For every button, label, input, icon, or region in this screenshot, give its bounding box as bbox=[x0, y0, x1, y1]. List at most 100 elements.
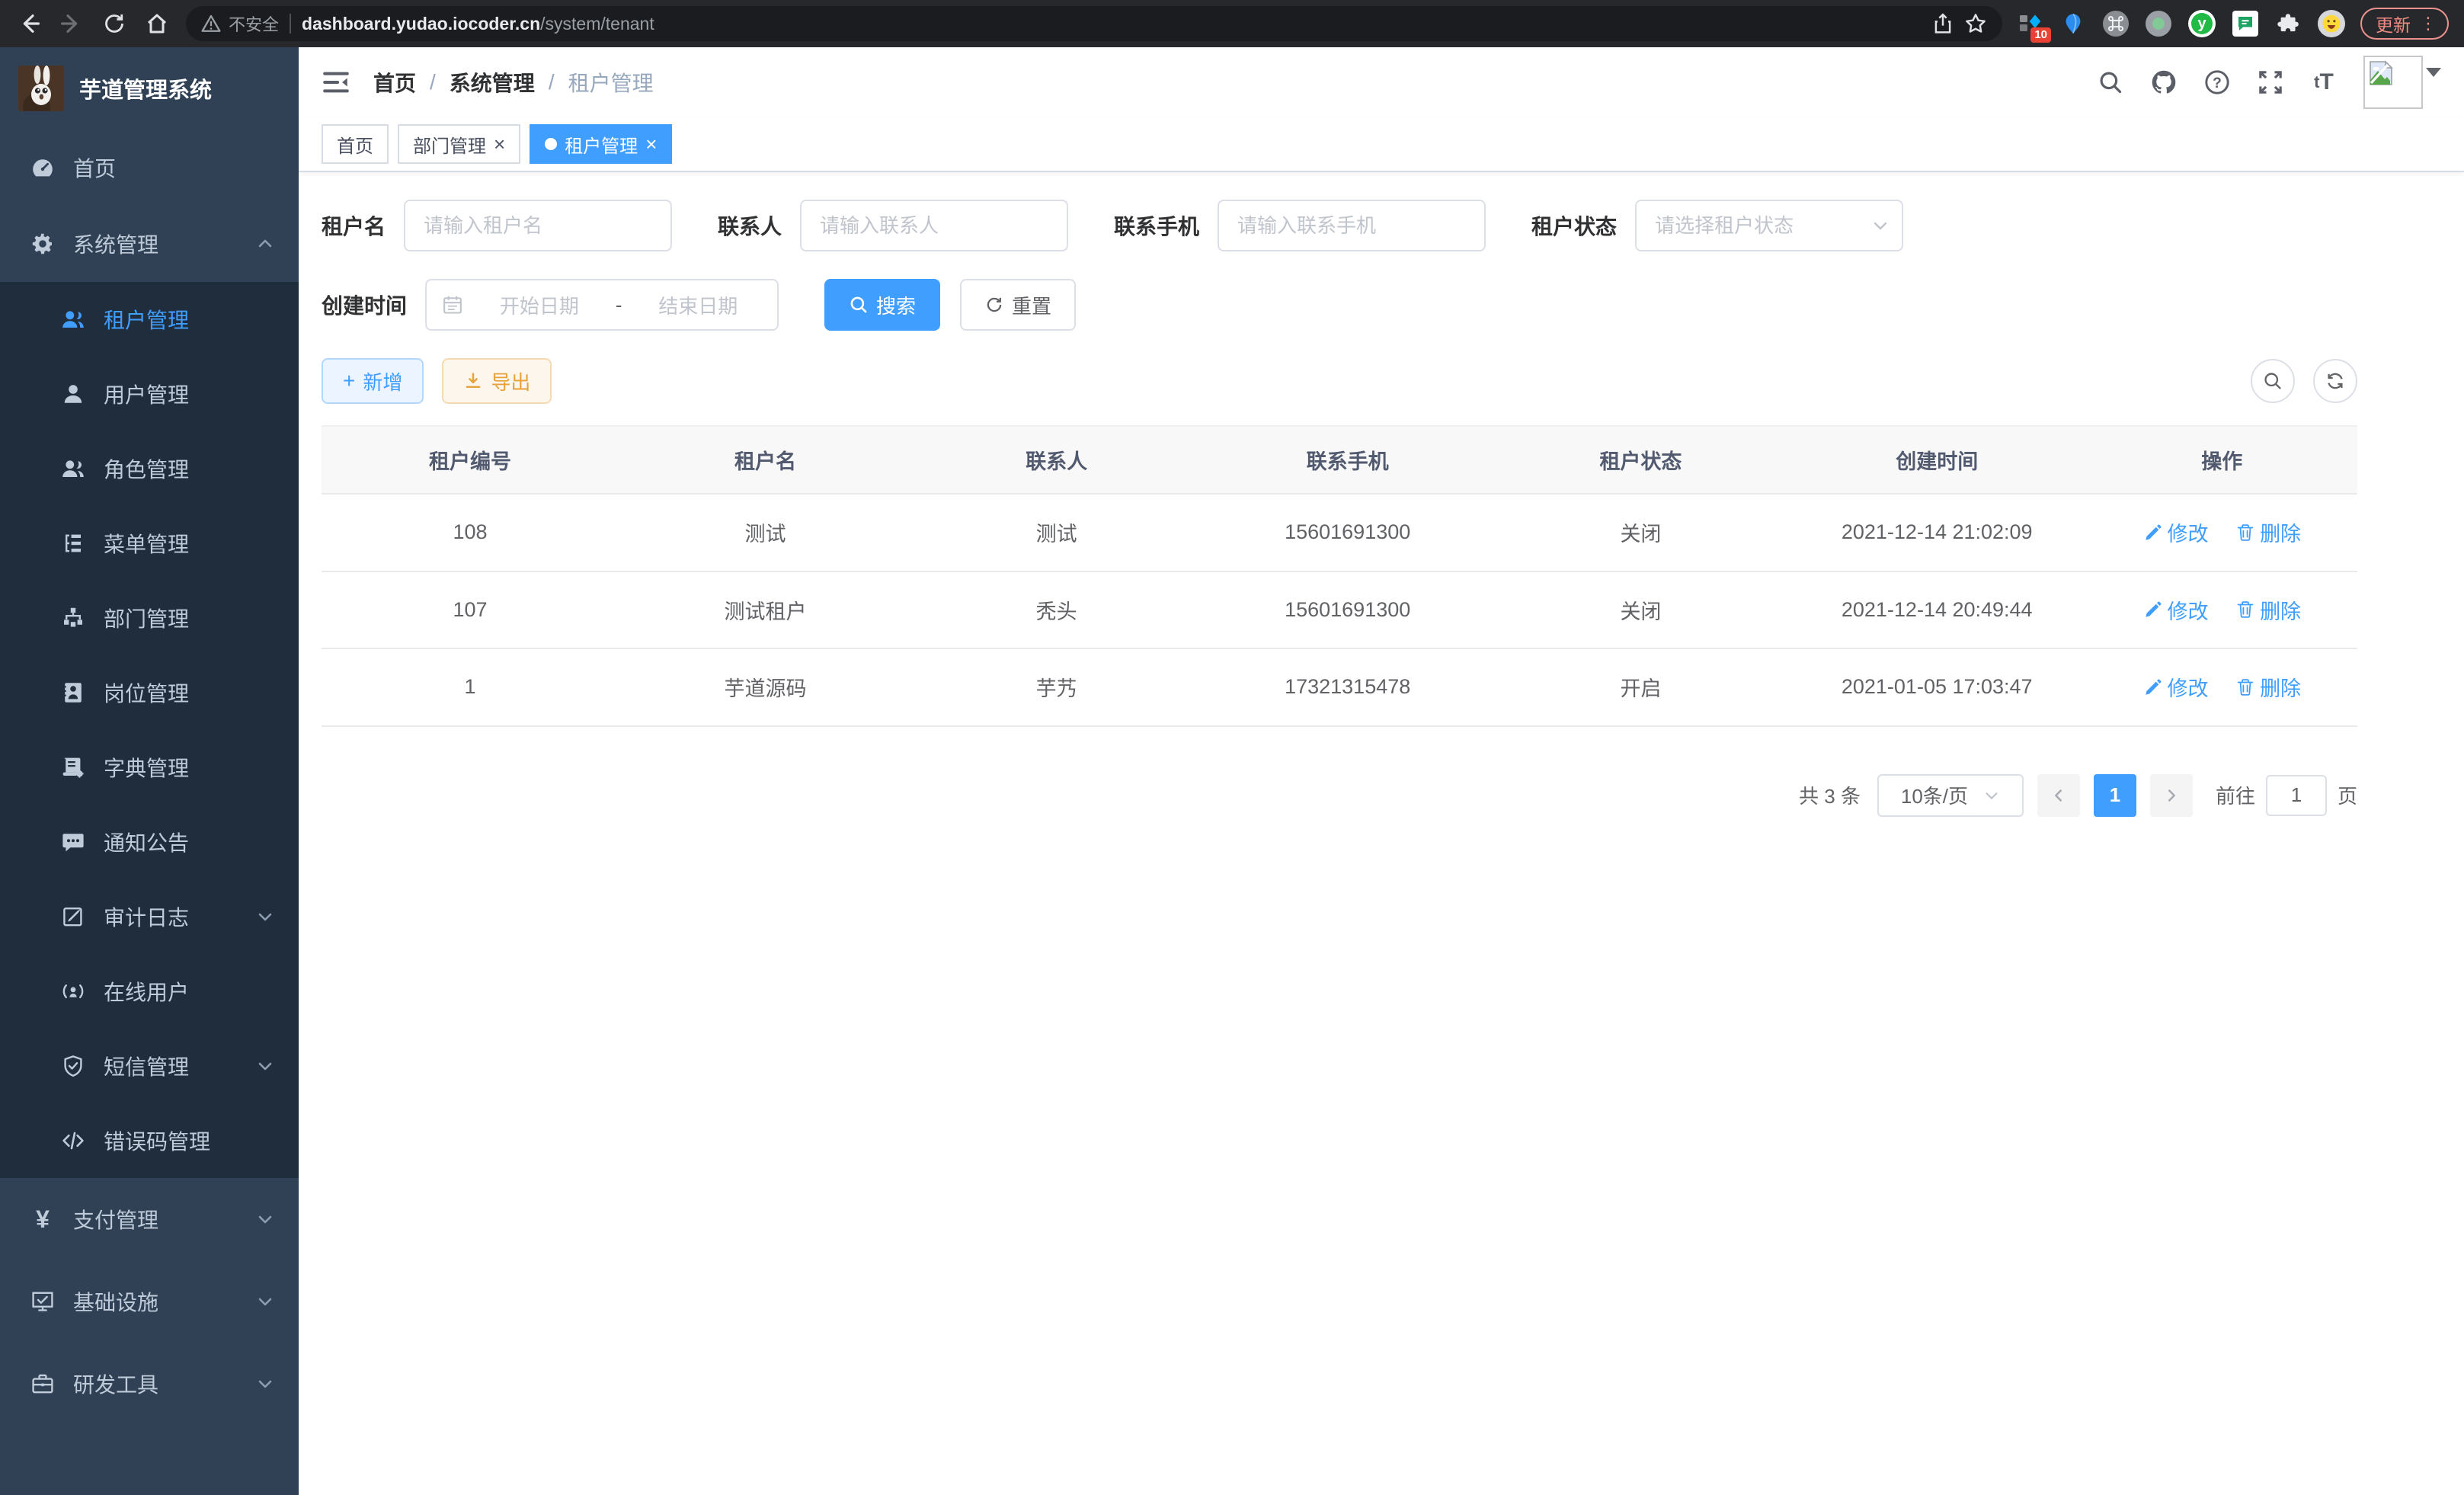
cell-status: 关闭 bbox=[1494, 571, 1787, 649]
edit-link[interactable]: 修改 bbox=[2143, 672, 2209, 702]
sidebar-item-user[interactable]: 用户管理 bbox=[0, 357, 299, 431]
sidebar-item-label: 用户管理 bbox=[104, 379, 189, 409]
show-search-toggle-button[interactable] bbox=[2251, 359, 2295, 403]
browser-menu-icon[interactable]: ⋮ bbox=[2420, 14, 2437, 34]
close-icon[interactable]: × bbox=[494, 134, 505, 154]
user-menu[interactable] bbox=[2363, 56, 2441, 109]
sidebar-item-dict[interactable]: 字典管理 bbox=[0, 730, 299, 805]
delete-link[interactable]: 删除 bbox=[2235, 517, 2301, 547]
sidebar-item-notice[interactable]: 通知公告 bbox=[0, 805, 299, 879]
sidebar-item-dev-tools[interactable]: 研发工具 bbox=[0, 1343, 299, 1425]
org-chart-icon bbox=[61, 606, 85, 630]
extension-y-logo-icon[interactable]: y bbox=[2188, 10, 2216, 37]
sidebar-item-dept[interactable]: 部门管理 bbox=[0, 581, 299, 655]
page-number-button[interactable]: 1 bbox=[2094, 774, 2136, 817]
browser-update-button[interactable]: 更新 ⋮ bbox=[2360, 8, 2449, 40]
extension-balloon-icon[interactable] bbox=[2060, 11, 2086, 37]
contact-input[interactable] bbox=[800, 200, 1068, 251]
close-icon[interactable]: × bbox=[645, 134, 657, 154]
status-label: 租户状态 bbox=[1531, 210, 1617, 241]
add-button[interactable]: + 新增 bbox=[322, 358, 424, 404]
forward-icon[interactable] bbox=[58, 10, 85, 37]
sidebar-item-role[interactable]: 角色管理 bbox=[0, 431, 299, 506]
download-icon bbox=[463, 371, 483, 391]
column-header: 租户状态 bbox=[1494, 426, 1787, 494]
extension-chat-icon[interactable] bbox=[2232, 11, 2258, 37]
export-button[interactable]: 导出 bbox=[442, 358, 552, 404]
chevron-down-icon bbox=[1983, 787, 2000, 804]
goto-page-input[interactable] bbox=[2266, 775, 2327, 816]
extensions-puzzle-icon[interactable] bbox=[2275, 11, 2301, 37]
prev-page-button[interactable] bbox=[2037, 774, 2080, 817]
back-icon[interactable] bbox=[15, 10, 43, 37]
caret-down-icon bbox=[2426, 68, 2441, 77]
sidebar-item-post[interactable]: 岗位管理 bbox=[0, 655, 299, 730]
cell-contact: 测试 bbox=[912, 494, 1201, 571]
breadcrumb: 首页 / 系统管理 / 租户管理 bbox=[373, 67, 654, 98]
search-button[interactable]: 搜索 bbox=[824, 279, 940, 331]
sidebar-item-online-user[interactable]: 在线用户 bbox=[0, 954, 299, 1029]
bookmark-star-icon[interactable] bbox=[1964, 12, 1987, 35]
online-user-icon bbox=[61, 979, 85, 1004]
sidebar-item-tenant[interactable]: 租户管理 bbox=[0, 282, 299, 357]
app-logo-row[interactable]: 芋道管理系统 bbox=[0, 47, 299, 130]
sidebar-item-sms[interactable]: 短信管理 bbox=[0, 1029, 299, 1103]
page-size-select[interactable]: 10条/页 bbox=[1877, 774, 2024, 817]
sidebar-item-payment[interactable]: ¥ 支付管理 bbox=[0, 1178, 299, 1260]
tab-tenant[interactable]: 租户管理 × bbox=[530, 124, 672, 164]
column-header: 租户名 bbox=[619, 426, 912, 494]
sidebar-item-label: 字典管理 bbox=[104, 752, 189, 783]
sidebar-item-infrastructure[interactable]: 基础设施 bbox=[0, 1260, 299, 1343]
chevron-right-icon bbox=[2163, 787, 2180, 804]
tab-home[interactable]: 首页 bbox=[322, 124, 389, 164]
next-page-button[interactable] bbox=[2150, 774, 2193, 817]
sidebar-item-audit-log[interactable]: 审计日志 bbox=[0, 879, 299, 954]
sidebar-item-system[interactable]: 系统管理 bbox=[0, 206, 299, 282]
sidebar-toggle-icon[interactable] bbox=[322, 68, 350, 97]
reset-button[interactable]: 重置 bbox=[960, 279, 1076, 331]
refresh-table-button[interactable] bbox=[2313, 359, 2357, 403]
fullscreen-icon[interactable] bbox=[2257, 69, 2284, 96]
extension-command-icon[interactable] bbox=[2103, 11, 2129, 37]
avatar[interactable] bbox=[2363, 56, 2423, 109]
delete-link[interactable]: 删除 bbox=[2235, 595, 2301, 625]
page-suffix: 页 bbox=[2338, 781, 2357, 809]
tab-dept[interactable]: 部门管理 × bbox=[398, 124, 520, 164]
font-size-icon[interactable]: tT bbox=[2310, 69, 2338, 96]
security-label: 不安全 bbox=[229, 11, 279, 36]
sidebar-item-error-code[interactable]: 错误码管理 bbox=[0, 1103, 299, 1178]
help-icon[interactable]: ? bbox=[2203, 69, 2231, 96]
extension-kite-icon[interactable]: 10 bbox=[2018, 11, 2043, 37]
sidebar-item-label: 岗位管理 bbox=[104, 677, 189, 708]
breadcrumb-home[interactable]: 首页 bbox=[373, 67, 416, 98]
github-icon[interactable] bbox=[2150, 69, 2178, 96]
cell-tenant-name: 测试 bbox=[619, 494, 912, 571]
status-select[interactable] bbox=[1635, 200, 1903, 251]
reload-icon[interactable] bbox=[101, 10, 128, 37]
mobile-input[interactable] bbox=[1218, 200, 1486, 251]
header-search-icon[interactable] bbox=[2097, 69, 2124, 96]
home-icon[interactable] bbox=[143, 10, 171, 37]
create-time-range-picker[interactable]: 开始日期 - 结束日期 bbox=[425, 279, 779, 331]
date-end-placeholder: 结束日期 bbox=[634, 291, 762, 319]
address-bar[interactable]: 不安全 dashboard.yudao.iocoder.cn/system/te… bbox=[186, 6, 2002, 41]
sidebar-item-label: 审计日志 bbox=[104, 901, 189, 932]
edit-link[interactable]: 修改 bbox=[2143, 595, 2209, 625]
goto-label: 前往 bbox=[2216, 781, 2255, 809]
extension-emoji-icon[interactable] bbox=[2318, 10, 2345, 37]
sidebar-item-label: 通知公告 bbox=[104, 827, 189, 857]
tenant-name-input[interactable] bbox=[404, 200, 672, 251]
sidebar-item-menu[interactable]: 菜单管理 bbox=[0, 506, 299, 581]
extension-dot-icon[interactable] bbox=[2146, 11, 2171, 37]
menu-list-icon bbox=[61, 531, 85, 555]
cell-status: 关闭 bbox=[1494, 494, 1787, 571]
delete-link[interactable]: 删除 bbox=[2235, 672, 2301, 702]
id-badge-icon bbox=[61, 680, 85, 705]
share-icon[interactable] bbox=[1932, 12, 1954, 35]
edit-link[interactable]: 修改 bbox=[2143, 517, 2209, 547]
page-content: 租户名 联系人 联系手机 租户状态 bbox=[299, 172, 2464, 1495]
edit-label: 修改 bbox=[2168, 595, 2209, 625]
sidebar-item-home[interactable]: 首页 bbox=[0, 130, 299, 206]
site-security[interactable]: 不安全 bbox=[201, 11, 279, 36]
breadcrumb-system[interactable]: 系统管理 bbox=[450, 67, 535, 98]
